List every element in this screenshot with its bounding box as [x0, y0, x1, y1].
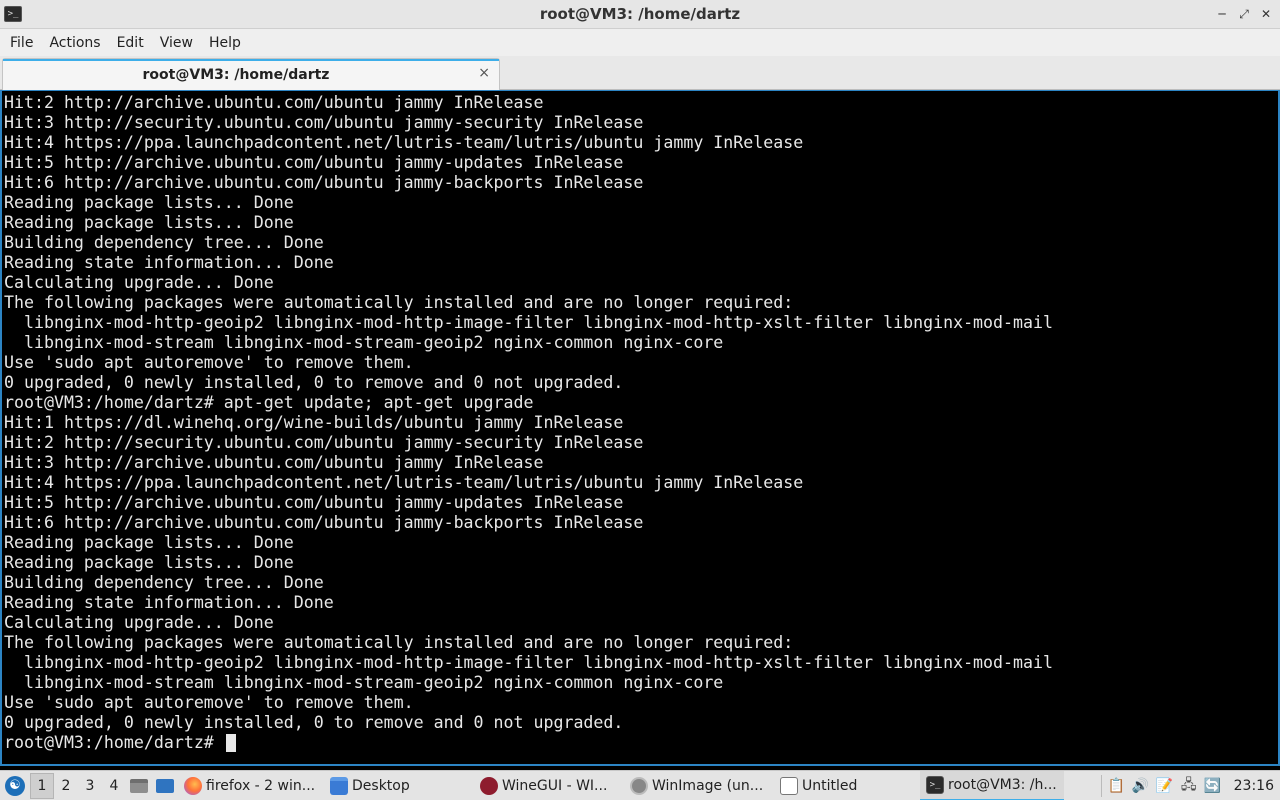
terminal-line: Calculating upgrade... Done: [4, 613, 274, 632]
task-label: Desktop: [352, 777, 410, 794]
terminal-prompt-line[interactable]: root@VM3:/home/dartz#: [4, 733, 1053, 753]
clock[interactable]: 23:16: [1234, 778, 1274, 794]
minimize-icon[interactable]: ─: [1214, 5, 1230, 23]
taskbar-task-desktop[interactable]: Desktop: [324, 771, 474, 800]
document-icon: [780, 776, 798, 795]
menu-view[interactable]: View: [154, 35, 199, 51]
task-label: firefox - 2 win...: [206, 777, 316, 794]
terminal-line: Use 'sudo apt autoremove' to remove them…: [4, 353, 414, 372]
terminal-line: Use 'sudo apt autoremove' to remove them…: [4, 693, 414, 712]
terminal-line: Hit:1 https://dl.winehq.org/wine-builds/…: [4, 413, 624, 432]
terminal-line: The following packages were automaticall…: [4, 293, 794, 312]
system-tray: 📋 🔊 📝 🖧 🔄 23:16: [1100, 774, 1280, 797]
update-icon[interactable]: 🔄: [1204, 777, 1222, 795]
winimage-icon: [630, 776, 648, 795]
taskbar: ☯ 1 2 3 4 firefox - 2 win... Desktop Win…: [0, 770, 1280, 800]
menu-actions[interactable]: Actions: [43, 35, 106, 51]
terminal-line: 0 upgraded, 0 newly installed, 0 to remo…: [4, 373, 624, 392]
terminal-line: Hit:4 https://ppa.launchpadcontent.net/l…: [4, 473, 804, 492]
terminal-line: Hit:6 http://archive.ubuntu.com/ubuntu j…: [4, 173, 644, 192]
terminal-line: libnginx-mod-http-geoip2 libnginx-mod-ht…: [4, 313, 1053, 332]
terminal-line: Building dependency tree... Done: [4, 233, 324, 252]
terminal-line: 0 upgraded, 0 newly installed, 0 to remo…: [4, 713, 624, 732]
workspace-4[interactable]: 4: [102, 773, 126, 799]
taskbar-task-untitled[interactable]: Untitled: [774, 771, 920, 800]
close-icon[interactable]: ✕: [1258, 5, 1274, 23]
terminal-line: Calculating upgrade... Done: [4, 273, 274, 292]
tab-bar: root@VM3: /home/dartz ×: [0, 56, 1280, 90]
terminal-prompt: root@VM3:/home/dartz#: [4, 733, 224, 752]
menu-edit[interactable]: Edit: [111, 35, 150, 51]
terminal-line: Reading state information... Done: [4, 593, 334, 612]
notes-icon[interactable]: 📝: [1156, 777, 1174, 795]
terminal-line: Reading package lists... Done: [4, 213, 294, 232]
workspace-3[interactable]: 3: [78, 773, 102, 799]
terminal-line: Reading package lists... Done: [4, 193, 294, 212]
task-label: WinImage (un...: [652, 777, 764, 794]
tab-close-icon[interactable]: ×: [478, 65, 490, 81]
taskbar-task-winegui[interactable]: WineGUI - WI...: [474, 771, 624, 800]
text-cursor: [225, 734, 236, 752]
task-label: Untitled: [802, 777, 858, 794]
terminal-line: Hit:3 http://security.ubuntu.com/ubuntu …: [4, 113, 644, 132]
terminal-line: Hit:3 http://archive.ubuntu.com/ubuntu j…: [4, 453, 544, 472]
menu-help[interactable]: Help: [203, 35, 247, 51]
menu-bar: File Actions Edit View Help: [0, 29, 1280, 56]
terminal-line: Building dependency tree... Done: [4, 573, 324, 592]
start-menu-button[interactable]: ☯: [0, 771, 30, 800]
window-title: root@VM3: /home/dartz: [539, 5, 741, 23]
task-label: WineGUI - WI...: [502, 777, 608, 794]
terminal-line: Hit:6 http://archive.ubuntu.com/ubuntu j…: [4, 513, 644, 532]
terminal-line: Reading package lists... Done: [4, 553, 294, 572]
terminal-line: Reading state information... Done: [4, 253, 334, 272]
file-manager-icon[interactable]: [126, 773, 152, 799]
menu-file[interactable]: File: [4, 35, 39, 51]
terminal-line: Hit:2 http://archive.ubuntu.com/ubuntu j…: [4, 93, 544, 112]
lubuntu-logo-icon: ☯: [5, 775, 25, 796]
terminal-icon: >_: [926, 775, 944, 794]
folder-icon: [330, 776, 348, 795]
terminal-line: libnginx-mod-stream libnginx-mod-stream-…: [4, 333, 724, 352]
taskbar-task-winimage[interactable]: WinImage (un...: [624, 771, 774, 800]
terminal-line: Hit:2 http://security.ubuntu.com/ubuntu …: [4, 433, 644, 452]
terminal-line: Reading package lists... Done: [4, 533, 294, 552]
terminal-line: root@VM3:/home/dartz# apt-get update; ap…: [4, 393, 534, 412]
task-label: root@VM3: /h...: [948, 776, 1057, 793]
window-titlebar[interactable]: >_ root@VM3: /home/dartz ─ ⤢ ✕: [0, 0, 1280, 29]
taskbar-task-terminal[interactable]: >_ root@VM3: /h...: [920, 770, 1064, 800]
workspace-1[interactable]: 1: [30, 772, 54, 799]
terminal-line: Hit:5 http://archive.ubuntu.com/ubuntu j…: [4, 153, 624, 172]
show-desktop-icon[interactable]: [152, 773, 178, 799]
workspace-2[interactable]: 2: [54, 773, 78, 799]
tab-terminal[interactable]: root@VM3: /home/dartz ×: [2, 58, 500, 90]
terminal-line: libnginx-mod-http-geoip2 libnginx-mod-ht…: [4, 653, 1053, 672]
tray-divider: [1100, 774, 1102, 797]
clipboard-icon[interactable]: 📋: [1108, 777, 1126, 795]
terminal-line: Hit:4 https://ppa.launchpadcontent.net/l…: [4, 133, 804, 152]
terminal-line: libnginx-mod-stream libnginx-mod-stream-…: [4, 673, 724, 692]
terminal-output[interactable]: Hit:2 http://archive.ubuntu.com/ubuntu j…: [0, 90, 1280, 766]
network-icon[interactable]: 🖧: [1180, 777, 1198, 795]
taskbar-task-firefox[interactable]: firefox - 2 win...: [178, 771, 324, 800]
maximize-icon[interactable]: ⤢: [1236, 5, 1252, 23]
window-controls: ─ ⤢ ✕: [1214, 5, 1274, 23]
tab-label: root@VM3: /home/dartz: [142, 67, 330, 83]
terminal-lines: Hit:2 http://archive.ubuntu.com/ubuntu j…: [4, 93, 1053, 753]
wine-icon: [480, 776, 498, 795]
terminal-line: Hit:5 http://archive.ubuntu.com/ubuntu j…: [4, 493, 624, 512]
volume-icon[interactable]: 🔊: [1132, 777, 1150, 795]
firefox-icon: [184, 776, 202, 795]
terminal-line: The following packages were automaticall…: [4, 633, 794, 652]
